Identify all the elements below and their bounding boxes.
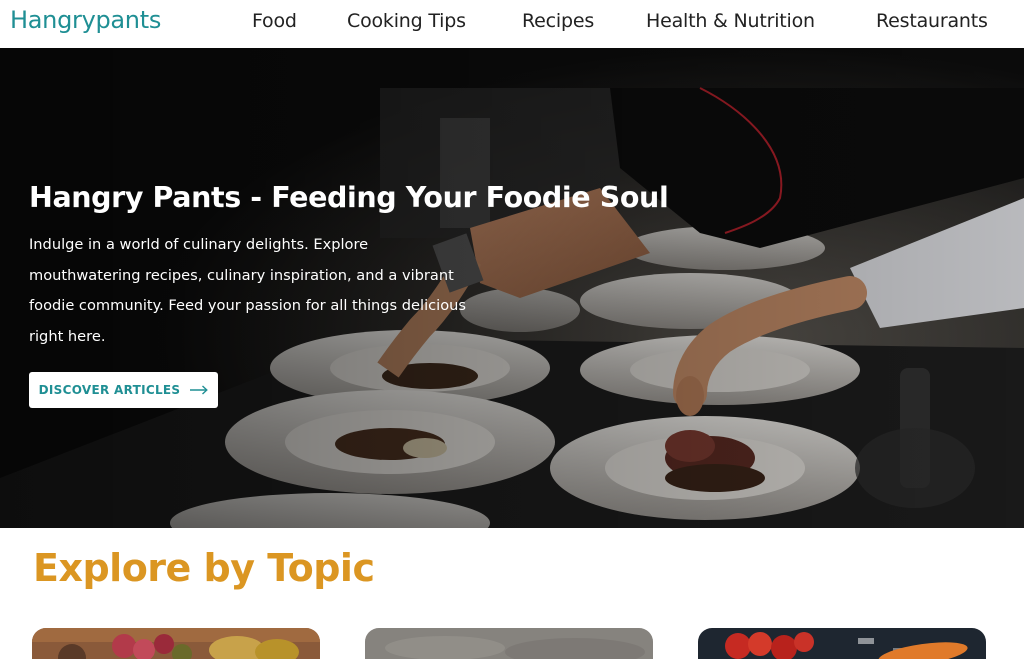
hero-description-line: right here. bbox=[29, 327, 106, 345]
nav-item-restaurants[interactable]: Restaurants bbox=[876, 10, 988, 32]
hero-title: Hangry Pants - Feeding Your Foodie Soul bbox=[29, 181, 669, 214]
topic-card-health-nutrition[interactable] bbox=[698, 628, 986, 659]
nav-item-recipes[interactable]: Recipes bbox=[522, 10, 594, 32]
discover-articles-button[interactable]: DISCOVER ARTICLES bbox=[29, 372, 218, 408]
topic-card-food[interactable] bbox=[32, 628, 320, 659]
topic-card-cooking-tips[interactable] bbox=[365, 628, 653, 659]
nav-item-cooking-tips[interactable]: Cooking Tips bbox=[347, 10, 466, 32]
discover-articles-label: DISCOVER ARTICLES bbox=[38, 383, 181, 397]
hero-description-line: foodie community. Feed your passion for … bbox=[29, 297, 467, 315]
nav-item-health-nutrition[interactable]: Health & Nutrition bbox=[646, 10, 815, 32]
nav-item-food[interactable]: Food bbox=[252, 10, 297, 32]
main-nav: Food Cooking Tips Recipes Health & Nutri… bbox=[0, 10, 1024, 36]
explore-by-topic-heading: Explore by Topic bbox=[33, 546, 375, 590]
site-header: Hangrypants Food Cooking Tips Recipes He… bbox=[0, 0, 1024, 48]
hero-description: Indulge in a world of culinary delights.… bbox=[29, 230, 499, 352]
topic-card-image bbox=[698, 628, 986, 659]
topic-card-image bbox=[32, 628, 320, 659]
hero-description-line: Indulge in a world of culinary delights.… bbox=[29, 236, 369, 253]
topic-card-image bbox=[365, 628, 653, 659]
hero-section: Hangry Pants - Feeding Your Foodie Soul … bbox=[0, 48, 1024, 528]
hero-description-line: mouthwatering recipes, culinary inspirat… bbox=[29, 266, 454, 284]
arrow-right-icon bbox=[190, 385, 209, 395]
